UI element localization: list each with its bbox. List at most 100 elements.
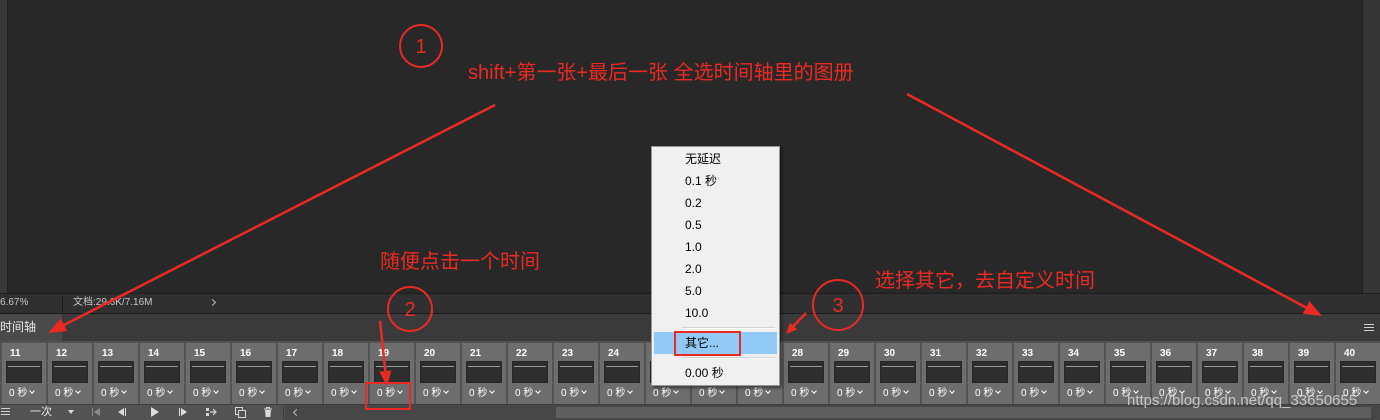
timeline-frame-31[interactable]: 31 0 秒 — [922, 343, 966, 404]
frame-delay-dropdown[interactable]: 0 秒 — [745, 388, 772, 400]
timeline-frame-23[interactable]: 23 0 秒 — [554, 343, 598, 404]
frame-thumbnail[interactable] — [834, 361, 870, 383]
delay-option-0-5[interactable]: 0.5 — [654, 214, 777, 236]
play-icon[interactable] — [148, 406, 162, 418]
frame-delay-dropdown[interactable]: 0 秒 — [193, 388, 220, 400]
frame-thumbnail[interactable] — [512, 361, 548, 383]
timeline-frame-14[interactable]: 14 0 秒 — [140, 343, 184, 404]
frame-thumbnail[interactable] — [1248, 361, 1284, 383]
frame-thumbnail[interactable] — [558, 361, 594, 383]
timeline-frame-30[interactable]: 30 0 秒 — [876, 343, 920, 404]
frame-thumbnail[interactable] — [1018, 361, 1054, 383]
frame-thumbnail[interactable] — [236, 361, 272, 383]
frame-delay-dropdown[interactable]: 0 秒 — [423, 388, 450, 400]
duplicate-frame-icon[interactable] — [234, 406, 247, 418]
frame-delay-dropdown[interactable]: 0 秒 — [55, 388, 82, 400]
timeline-frame-33[interactable]: 33 0 秒 — [1014, 343, 1058, 404]
frame-thumbnail[interactable] — [282, 361, 318, 383]
frame-delay-dropdown[interactable]: 0 秒 — [101, 388, 128, 400]
frame-delay-dropdown[interactable]: 0 秒 — [837, 388, 864, 400]
frame-delay-dropdown[interactable]: 0 秒 — [975, 388, 1002, 400]
frame-thumbnail[interactable] — [328, 361, 364, 383]
frame-delay-dropdown[interactable]: 0 秒 — [331, 388, 358, 400]
frame-thumbnail[interactable] — [1202, 361, 1238, 383]
frame-thumbnail[interactable] — [52, 361, 88, 383]
chevron-left-icon[interactable] — [292, 408, 301, 417]
timeline-frame-28[interactable]: 28 0 秒 — [784, 343, 828, 404]
frame-delay-dropdown[interactable]: 0 秒 — [9, 388, 36, 400]
tween-icon[interactable] — [205, 406, 219, 418]
delay-option-no-delay[interactable]: 无延迟 — [654, 148, 777, 170]
first-frame-icon[interactable] — [91, 406, 105, 418]
zoom-level[interactable]: 6.67% — [0, 297, 28, 309]
delay-option-other[interactable]: 其它... — [654, 332, 777, 354]
frame-thumbnail[interactable] — [880, 361, 916, 383]
frame-delay-dropdown[interactable]: 0 秒 — [561, 388, 588, 400]
frame-thumbnail[interactable] — [1064, 361, 1100, 383]
frame-thumbnail[interactable] — [374, 361, 410, 383]
frame-delay-dropdown[interactable]: 0 秒 — [883, 388, 910, 400]
chevron-right-icon[interactable] — [208, 298, 217, 307]
vertical-scrollbar[interactable] — [1362, 0, 1380, 293]
frame-thumbnail[interactable] — [1340, 361, 1376, 383]
delay-option-10-0[interactable]: 10.0 — [654, 302, 777, 324]
previous-frame-icon[interactable] — [117, 406, 131, 418]
timeline-frame-13[interactable]: 13 0 秒 — [94, 343, 138, 404]
frame-delay-dropdown[interactable]: 0 秒 — [239, 388, 266, 400]
frame-delay-dropdown[interactable]: 0 秒 — [791, 388, 818, 400]
delay-option-2-0[interactable]: 2.0 — [654, 258, 777, 280]
frame-delay-dropdown[interactable]: 0 秒 — [929, 388, 956, 400]
frame-delay-dropdown[interactable]: 0 秒 — [699, 388, 726, 400]
frame-thumbnail[interactable] — [788, 361, 824, 383]
frame-thumbnail[interactable] — [98, 361, 134, 383]
frame-delay-dropdown[interactable]: 0 秒 — [1067, 388, 1094, 400]
delay-option-5-0[interactable]: 5.0 — [654, 280, 777, 302]
delay-option-1-0[interactable]: 1.0 — [654, 236, 777, 258]
timeline-frame-18[interactable]: 18 0 秒 — [324, 343, 368, 404]
frame-thumbnail[interactable] — [466, 361, 502, 383]
delay-current-value[interactable]: 0.00 秒 — [654, 362, 777, 384]
timeline-frame-19[interactable]: 19 0 秒 — [370, 343, 414, 404]
timeline-frame-15[interactable]: 15 0 秒 — [186, 343, 230, 404]
timeline-frame-17[interactable]: 17 0 秒 — [278, 343, 322, 404]
frame-thumbnail[interactable] — [6, 361, 42, 383]
frame-thumbnail[interactable] — [926, 361, 962, 383]
frame-thumbnail[interactable] — [190, 361, 226, 383]
frame-delay-dropdown[interactable]: 0 秒 — [515, 388, 542, 400]
timeline-frame-20[interactable]: 20 0 秒 — [416, 343, 460, 404]
frame-delay-dropdown[interactable]: 0 秒 — [147, 388, 174, 400]
chevron-down-icon[interactable] — [68, 410, 74, 414]
timeline-frame-21[interactable]: 21 0 秒 — [462, 343, 506, 404]
frame-thumbnail[interactable] — [1294, 361, 1330, 383]
status-divider — [62, 296, 63, 311]
loop-options-select[interactable]: 一次 — [30, 406, 52, 419]
thumbnail-content — [54, 366, 86, 367]
timeline-frame-12[interactable]: 12 0 秒 — [48, 343, 92, 404]
delay-option-0-1[interactable]: 0.1 秒 — [654, 170, 777, 192]
timeline-frame-34[interactable]: 34 0 秒 — [1060, 343, 1104, 404]
timeline-frame-29[interactable]: 29 0 秒 — [830, 343, 874, 404]
tab-timeline[interactable]: 时间轴 — [0, 314, 62, 341]
frame-delay-dropdown[interactable]: 0 秒 — [285, 388, 312, 400]
timeline-frame-11[interactable]: 11 0 秒 — [2, 343, 46, 404]
trash-icon[interactable] — [262, 406, 274, 418]
next-frame-icon[interactable] — [178, 406, 192, 418]
frame-delay-dropdown[interactable]: 0 秒 — [469, 388, 496, 400]
delay-option-0-2[interactable]: 0.2 — [654, 192, 777, 214]
frame-delay-dropdown[interactable]: 0 秒 — [653, 388, 680, 400]
timeline-frame-24[interactable]: 24 0 秒 — [600, 343, 644, 404]
frame-thumbnail[interactable] — [604, 361, 640, 383]
convert-timeline-icon[interactable] — [1, 408, 10, 416]
frame-thumbnail[interactable] — [420, 361, 456, 383]
timeline-frame-22[interactable]: 22 0 秒 — [508, 343, 552, 404]
frame-thumbnail[interactable] — [972, 361, 1008, 383]
hamburger-menu-icon[interactable] — [1364, 324, 1374, 332]
timeline-frame-32[interactable]: 32 0 秒 — [968, 343, 1012, 404]
frame-delay-dropdown[interactable]: 0 秒 — [1021, 388, 1048, 400]
frame-delay-dropdown[interactable]: 0 秒 — [377, 388, 404, 400]
frame-delay-dropdown[interactable]: 0 秒 — [607, 388, 634, 400]
frame-thumbnail[interactable] — [1156, 361, 1192, 383]
frame-thumbnail[interactable] — [144, 361, 180, 383]
timeline-frame-16[interactable]: 16 0 秒 — [232, 343, 276, 404]
frame-thumbnail[interactable] — [1110, 361, 1146, 383]
